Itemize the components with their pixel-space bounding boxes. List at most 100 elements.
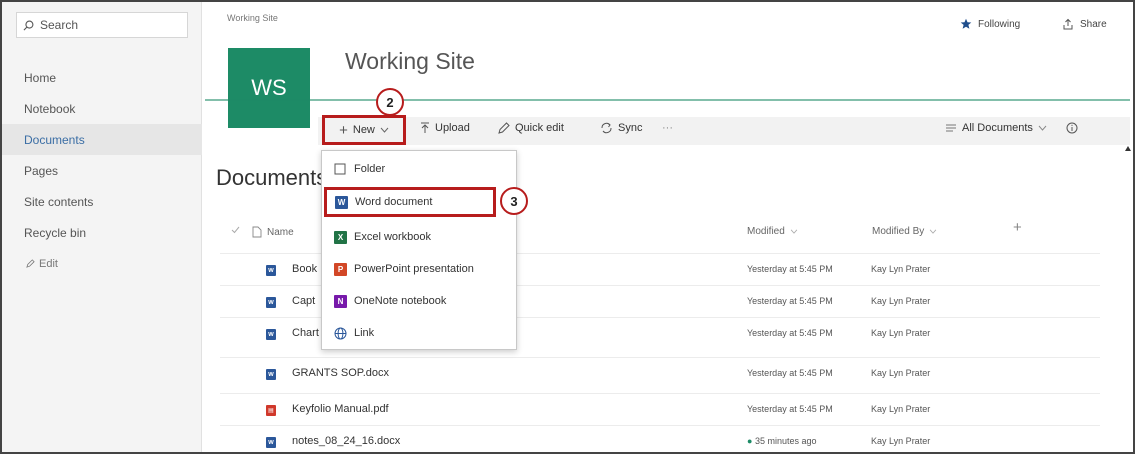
word-file-icon: w xyxy=(266,264,276,276)
add-column-button[interactable]: + xyxy=(1013,219,1022,236)
new-label: New xyxy=(352,124,375,136)
scroll-up-arrow-icon xyxy=(1125,146,1131,151)
menu-item-label: Word document xyxy=(355,196,433,208)
excel-icon: X xyxy=(334,230,347,244)
search-placeholder: Search xyxy=(40,18,79,32)
word-file-icon: w xyxy=(266,296,276,308)
table-row[interactable]: w notes_08_24_16.docx ● 35 minutes ago K… xyxy=(220,425,1100,454)
folder-icon xyxy=(334,163,346,175)
onenote-icon: N xyxy=(334,294,347,308)
step-callout-2: 2 xyxy=(376,88,404,116)
chevron-down-icon xyxy=(790,229,798,234)
column-name-label: Name xyxy=(267,226,294,238)
menu-item-folder[interactable]: Folder xyxy=(322,153,518,185)
new-dropdown-menu: Folder W Word document X Excel workbook … xyxy=(321,150,517,350)
word-icon: W xyxy=(335,195,348,209)
breadcrumb[interactable]: Working Site xyxy=(227,13,278,23)
file-modified-by: Kay Lyn Prater xyxy=(871,264,931,274)
quick-edit-button[interactable]: Quick edit xyxy=(498,122,564,134)
new-item-dot-icon: ● xyxy=(747,436,755,446)
table-row[interactable]: ▤ Keyfolio Manual.pdf Yesterday at 5:45 … xyxy=(220,393,1100,425)
new-button[interactable]: + New xyxy=(322,115,406,145)
sidebar-item-notebook[interactable]: Notebook xyxy=(2,93,202,124)
sidebar-item-recycle-bin[interactable]: Recycle bin xyxy=(2,217,202,248)
file-name[interactable]: Keyfolio Manual.pdf xyxy=(292,403,389,415)
chevron-down-icon xyxy=(380,127,389,133)
sidebar-item-pages[interactable]: Pages xyxy=(2,155,202,186)
search-icon xyxy=(23,20,34,30)
sidebar-item-home[interactable]: Home xyxy=(2,62,202,93)
column-modified-label: Modified xyxy=(747,226,785,237)
edit-label: Edit xyxy=(39,257,58,270)
menu-item-excel-workbook[interactable]: X Excel workbook xyxy=(322,221,518,253)
sidebar-item-site-contents[interactable]: Site contents xyxy=(2,186,202,217)
sidebar-item-documents[interactable]: Documents xyxy=(2,124,202,155)
menu-item-label: Link xyxy=(354,327,375,339)
file-modified-by: Kay Lyn Prater xyxy=(871,296,931,306)
upload-label: Upload xyxy=(435,122,470,134)
file-name[interactable]: Book xyxy=(292,263,317,275)
quick-edit-label: Quick edit xyxy=(515,122,564,134)
more-options-button[interactable]: ··· xyxy=(662,122,673,134)
upload-button[interactable]: Upload xyxy=(420,122,470,134)
word-file-icon: w xyxy=(266,368,276,380)
view-selector[interactable]: All Documents xyxy=(945,122,1047,134)
column-header-name[interactable]: Name xyxy=(252,226,294,238)
file-modified-by: Kay Lyn Prater xyxy=(871,368,931,378)
plus-icon: + xyxy=(339,121,348,139)
menu-item-powerpoint-presentation[interactable]: P PowerPoint presentation xyxy=(322,253,518,285)
nav-list: Home Notebook Documents Pages Site conte… xyxy=(2,62,202,279)
following-label: Following xyxy=(978,18,1021,30)
word-file-icon: w xyxy=(266,436,276,448)
file-modified-by: Kay Lyn Prater xyxy=(871,404,931,414)
menu-item-label: PowerPoint presentation xyxy=(354,263,474,275)
file-modified: Yesterday at 5:45 PM xyxy=(747,264,833,274)
checkmark-icon xyxy=(231,226,240,234)
menu-item-label: Folder xyxy=(354,163,386,175)
scrollbar[interactable] xyxy=(1124,140,1132,170)
left-navigation: Search Home Notebook Documents Pages Sit… xyxy=(2,2,202,452)
pdf-file-icon: ▤ xyxy=(266,404,276,416)
share-icon xyxy=(1063,18,1073,30)
site-title: Working Site xyxy=(345,48,475,74)
powerpoint-icon: P xyxy=(334,262,347,276)
file-modified: Yesterday at 5:45 PM xyxy=(747,368,833,378)
upload-icon xyxy=(421,122,429,133)
search-box[interactable]: Search xyxy=(16,12,188,38)
page-title: Documents xyxy=(216,165,326,190)
edit-links-button[interactable]: Edit xyxy=(2,248,202,279)
file-name[interactable]: notes_08_24_16.docx xyxy=(292,435,400,447)
share-button[interactable]: Share xyxy=(1062,18,1107,30)
file-name[interactable]: GRANTS SOP.docx xyxy=(292,367,389,379)
file-modified: Yesterday at 5:45 PM xyxy=(747,296,833,306)
column-header-modified-by[interactable]: Modified By xyxy=(872,226,937,237)
step-callout-3: 3 xyxy=(500,187,528,215)
chevron-down-icon xyxy=(1038,125,1047,131)
file-name[interactable]: Chart xyxy=(292,327,319,339)
info-icon xyxy=(1066,122,1078,134)
view-label: All Documents xyxy=(962,122,1033,134)
column-modified-by-label: Modified By xyxy=(872,226,925,237)
menu-item-onenote-notebook[interactable]: N OneNote notebook xyxy=(322,285,518,317)
file-modified-by: Kay Lyn Prater xyxy=(871,436,931,446)
header-divider xyxy=(205,99,1130,101)
menu-item-word-document[interactable]: W Word document xyxy=(324,187,496,217)
file-name[interactable]: Capt xyxy=(292,295,315,307)
column-header-modified[interactable]: Modified xyxy=(747,226,798,237)
sync-button[interactable]: Sync xyxy=(600,122,642,134)
table-row[interactable]: w GRANTS SOP.docx Yesterday at 5:45 PM K… xyxy=(220,357,1100,389)
star-icon xyxy=(960,18,972,29)
pencil-icon xyxy=(498,122,510,134)
link-icon xyxy=(334,327,347,339)
following-button[interactable]: Following xyxy=(960,18,1020,30)
file-modified-by: Kay Lyn Prater xyxy=(871,328,931,338)
select-all-checkbox[interactable] xyxy=(231,226,240,234)
site-logo[interactable]: WS xyxy=(228,48,310,128)
chevron-down-icon xyxy=(930,229,937,234)
info-button[interactable] xyxy=(1066,122,1078,134)
menu-item-link[interactable]: Link xyxy=(322,317,518,349)
file-modified: Yesterday at 5:45 PM xyxy=(747,404,833,414)
menu-item-label: OneNote notebook xyxy=(354,295,447,307)
file-modified: ● 35 minutes ago xyxy=(747,436,816,446)
pencil-icon xyxy=(26,259,35,268)
